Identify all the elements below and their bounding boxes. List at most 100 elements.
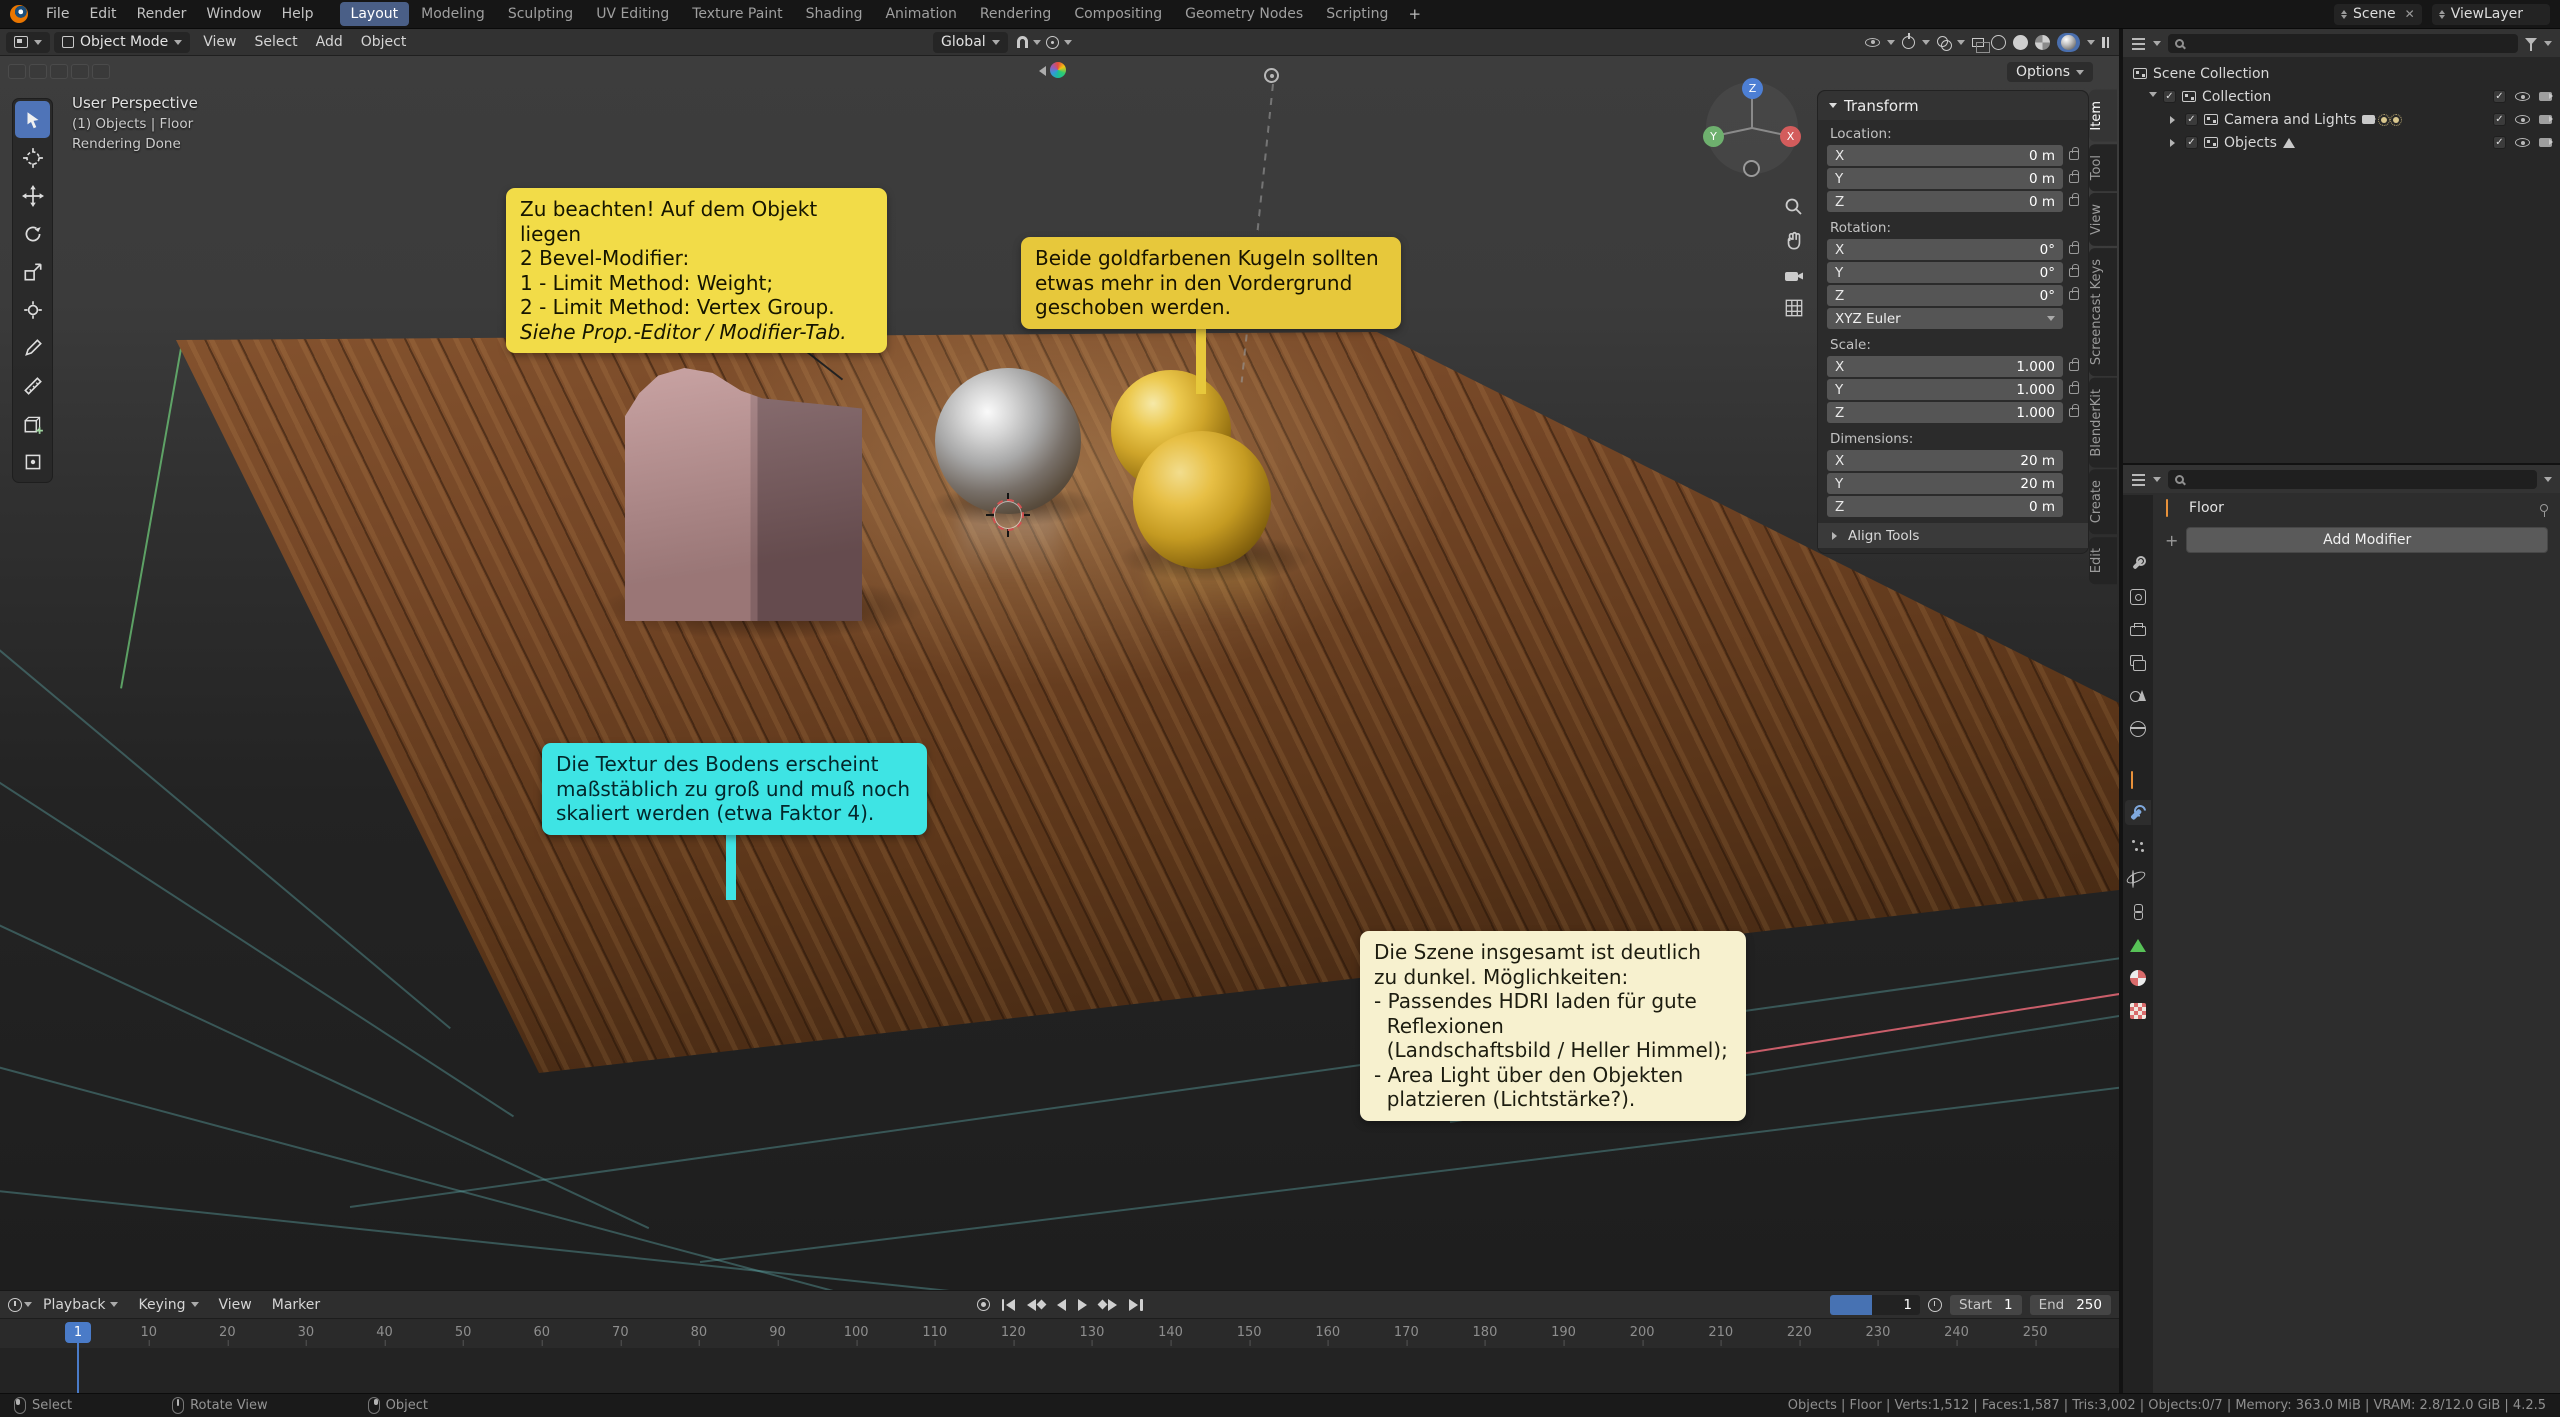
timeline-tracks[interactable] — [0, 1348, 2119, 1393]
gizmos-dropdown-icon[interactable] — [1922, 40, 1930, 49]
workspace-tab-animation[interactable]: Animation — [874, 2, 967, 26]
gold-sphere-front-object[interactable] — [1133, 431, 1271, 569]
menu-edit[interactable]: Edit — [79, 3, 126, 25]
dimensions-z-field[interactable]: Z0 m — [1827, 496, 2063, 517]
dimensions-x-field[interactable]: X20 m — [1827, 450, 2063, 471]
hide-eye-icon[interactable] — [2515, 138, 2530, 147]
properties-tab-view-layer[interactable] — [2125, 650, 2151, 675]
lock-icon[interactable] — [2069, 268, 2079, 277]
properties-tab-modifiers[interactable] — [2125, 800, 2151, 825]
scale-x-field[interactable]: X1.000 — [1827, 356, 2063, 377]
workspace-tab-layout[interactable]: Layout — [340, 2, 410, 26]
gizmos-icon[interactable] — [1902, 36, 1915, 49]
sidebar-tab-screencast-keys[interactable]: Screencast Keys — [2089, 248, 2117, 376]
shading-material-icon[interactable] — [2035, 35, 2050, 50]
pan-hand-icon[interactable] — [1779, 226, 1809, 256]
properties-tab-tool[interactable] — [2125, 551, 2151, 576]
viewport-widget-icon[interactable] — [29, 64, 47, 79]
exclude-checkbox[interactable] — [2493, 113, 2506, 126]
outliner-row-camera-and-lights[interactable]: Camera and Lights — [2123, 108, 2560, 131]
viewlayer-browse-icon[interactable] — [2439, 7, 2445, 22]
lock-icon[interactable] — [2069, 408, 2079, 417]
filter-icon[interactable] — [2525, 38, 2537, 45]
menu-view[interactable]: View — [194, 32, 245, 52]
properties-tab-object-data[interactable] — [2125, 932, 2151, 957]
properties-tab-texture[interactable] — [2125, 998, 2151, 1023]
plus-icon[interactable]: + — [2165, 531, 2178, 550]
viewport-widget-icon[interactable] — [92, 64, 110, 79]
properties-tab-constraints[interactable] — [2125, 899, 2151, 924]
light-object-widget[interactable] — [1264, 68, 1279, 83]
properties-tab-object[interactable] — [2125, 767, 2151, 792]
workspace-tab-sculpting[interactable]: Sculpting — [497, 2, 584, 26]
snap-dropdown-icon[interactable] — [1033, 40, 1041, 49]
align-tools-section[interactable]: Align Tools — [1818, 523, 2088, 548]
zoom-icon[interactable] — [1779, 192, 1809, 222]
shading-dropdown-icon[interactable] — [2087, 40, 2095, 49]
menu-render[interactable]: Render — [127, 3, 197, 25]
options-button[interactable]: Options — [2007, 62, 2093, 82]
outliner-row-scene-collection[interactable]: Scene Collection — [2123, 62, 2560, 85]
house-object[interactable] — [625, 368, 862, 621]
shading-wireframe-icon[interactable] — [1991, 35, 2006, 50]
menu-marker[interactable]: Marker — [263, 1295, 329, 1315]
orientation-dropdown[interactable]: Global — [933, 32, 1008, 53]
sidebar-tab-tool[interactable]: Tool — [2089, 144, 2117, 191]
menu-select[interactable]: Select — [245, 32, 306, 52]
gizmo-z-axis[interactable]: Z — [1742, 78, 1763, 99]
chevron-down-icon[interactable] — [24, 1302, 32, 1311]
viewlayer-new-icon[interactable] — [2529, 8, 2543, 21]
collection-checkbox[interactable] — [2185, 136, 2198, 149]
falloff-dropdown-icon[interactable] — [1064, 40, 1072, 49]
timeline-ruler[interactable]: 1 10203040506070809010011012013014015016… — [0, 1318, 2119, 1348]
menu-add[interactable]: Add — [307, 32, 352, 52]
lock-icon[interactable] — [2069, 174, 2079, 183]
sidebar-tab-item[interactable]: Item — [2089, 90, 2117, 142]
tool-transform[interactable] — [15, 291, 50, 328]
properties-search-input[interactable] — [2168, 470, 2537, 489]
workspace-tab-geometry-nodes[interactable]: Geometry Nodes — [1174, 2, 1314, 26]
outliner-row-objects[interactable]: Objects — [2123, 131, 2560, 154]
location-y-field[interactable]: Y0 m — [1827, 168, 2063, 189]
navigation-gizmo[interactable]: Z X Y — [1700, 76, 1804, 180]
gizmo-y-axis[interactable]: Y — [1703, 126, 1724, 147]
tool-annotate[interactable] — [15, 329, 50, 366]
rotation-z-field[interactable]: Z0° — [1827, 285, 2063, 306]
playhead[interactable]: 1 — [65, 1322, 91, 1343]
blender-logo-icon[interactable] — [10, 5, 28, 23]
snap-magnet-icon[interactable] — [1017, 36, 1028, 48]
properties-tab-render[interactable] — [2125, 584, 2151, 609]
properties-tab-scene[interactable] — [2125, 683, 2151, 708]
properties-tab-world[interactable] — [2125, 716, 2151, 741]
scene-browse-icon[interactable] — [2341, 7, 2347, 22]
properties-options-icon[interactable] — [2544, 477, 2552, 486]
jump-to-end-button[interactable] — [1129, 1295, 1143, 1315]
workspace-tab-texture-paint[interactable]: Texture Paint — [681, 2, 793, 26]
pin-icon[interactable] — [2540, 504, 2548, 512]
3d-viewport[interactable]: User Perspective (1) Objects | Floor Ren… — [0, 56, 2119, 1290]
tool-move[interactable] — [15, 177, 50, 214]
lock-icon[interactable] — [2069, 362, 2079, 371]
current-frame-field[interactable]: 1 — [1830, 1295, 1920, 1315]
add-modifier-button[interactable]: Add Modifier — [2186, 527, 2548, 553]
outliner-row-collection[interactable]: Collection — [2123, 85, 2560, 108]
editor-type-button[interactable] — [6, 32, 50, 53]
workspace-tab-compositing[interactable]: Compositing — [1063, 2, 1173, 26]
properties-tab-physics[interactable] — [2125, 866, 2151, 891]
viewport-widget-icon[interactable] — [50, 64, 68, 79]
menu-window[interactable]: Window — [196, 3, 271, 25]
menu-help[interactable]: Help — [272, 3, 324, 25]
hide-eye-icon[interactable] — [2515, 115, 2530, 124]
disable-render-icon[interactable] — [2539, 138, 2552, 147]
collection-checkbox[interactable] — [2163, 90, 2176, 103]
exclude-checkbox[interactable] — [2493, 136, 2506, 149]
workspace-tab-uv-editing[interactable]: UV Editing — [585, 2, 680, 26]
tool-measure[interactable] — [15, 367, 50, 404]
viewlayer-selector[interactable]: ViewLayer — [2432, 4, 2550, 25]
scale-z-field[interactable]: Z1.000 — [1827, 402, 2063, 423]
viewport-widget-icon[interactable] — [8, 64, 26, 79]
viewport-widget-icon[interactable] — [71, 64, 89, 79]
lock-icon[interactable] — [2069, 385, 2079, 394]
tool-extras[interactable] — [15, 443, 50, 480]
collapse-header-icon[interactable] — [1034, 66, 1046, 76]
